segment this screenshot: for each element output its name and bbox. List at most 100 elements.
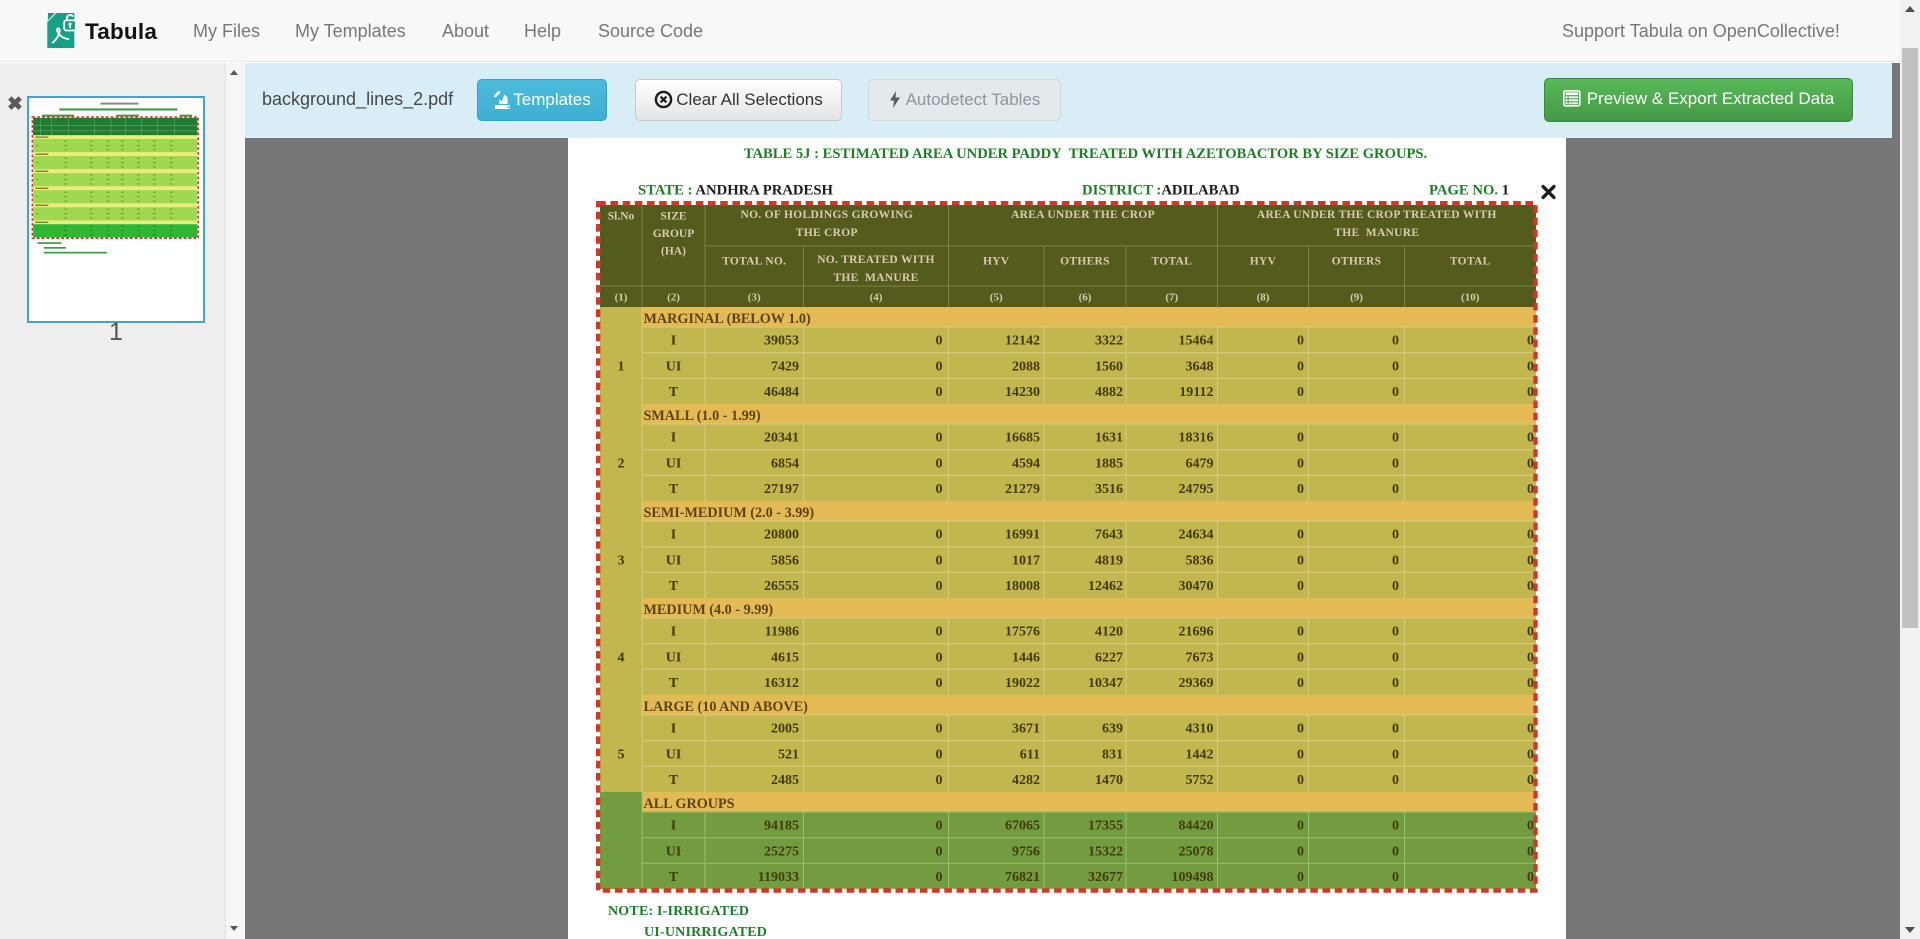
svg-text:THE CROP: THE CROP: [796, 227, 858, 239]
svg-text:46484: 46484: [764, 385, 799, 400]
svg-text:9756: 9756: [1012, 844, 1040, 859]
svg-text:0: 0: [936, 528, 943, 543]
svg-text:LARGE (10 AND ABOVE): LARGE (10 AND ABOVE): [644, 699, 809, 715]
svg-text:(2): (2): [667, 292, 680, 304]
svg-text:0: 0: [1297, 747, 1304, 762]
svg-text:7643: 7643: [1095, 528, 1123, 543]
svg-text:24634: 24634: [1179, 528, 1214, 543]
svg-text:UI: UI: [666, 650, 682, 665]
svg-text:DISTRICT :ADILABAD: DISTRICT :ADILABAD: [1082, 183, 1240, 199]
svg-text:0: 0: [1392, 676, 1399, 691]
svg-text:HYV: HYV: [1250, 256, 1277, 268]
svg-text:0: 0: [936, 334, 943, 349]
svg-text:0: 0: [1392, 482, 1399, 497]
svg-text:25275: 25275: [764, 844, 799, 859]
svg-text:Sl.No: Sl.No: [608, 211, 635, 223]
svg-text:MEDIUM (4.0 - 9.99): MEDIUM (4.0 - 9.99): [644, 602, 774, 618]
svg-text:11986: 11986: [765, 625, 799, 640]
svg-text:T: T: [669, 870, 679, 885]
svg-text:6854: 6854: [771, 456, 799, 471]
svg-text:SEMI-MEDIUM (2.0 - 3.99): SEMI-MEDIUM (2.0 - 3.99): [644, 505, 815, 521]
svg-text:SIZE: SIZE: [660, 211, 687, 223]
svg-text:UI: UI: [666, 844, 682, 859]
svg-text:TOTAL NO.: TOTAL NO.: [722, 256, 786, 268]
svg-text:0: 0: [1392, 334, 1399, 349]
svg-text:4594: 4594: [1012, 456, 1040, 471]
svg-text:0: 0: [1527, 747, 1534, 762]
svg-text:0: 0: [1297, 385, 1304, 400]
svg-text:NO. OF HOLDINGS GROWING: NO. OF HOLDINGS GROWING: [740, 209, 913, 221]
svg-text:0: 0: [1392, 819, 1399, 834]
svg-text:20800: 20800: [764, 528, 799, 543]
svg-text:24795: 24795: [1179, 482, 1214, 497]
svg-text:T: T: [669, 385, 679, 400]
svg-text:TOTAL: TOTAL: [1450, 256, 1491, 268]
svg-text:6479: 6479: [1186, 456, 1214, 471]
svg-text:27197: 27197: [764, 482, 799, 497]
svg-text:7673: 7673: [1186, 650, 1214, 665]
svg-text:21696: 21696: [1179, 625, 1214, 640]
svg-text:1017: 1017: [1012, 553, 1040, 568]
svg-text:2485: 2485: [771, 773, 799, 788]
svg-text:39053: 39053: [764, 334, 799, 349]
svg-text:0: 0: [1527, 385, 1534, 400]
svg-text:831: 831: [1102, 747, 1123, 762]
svg-text:0: 0: [1392, 579, 1399, 594]
svg-text:4615: 4615: [771, 650, 799, 665]
svg-text:1442: 1442: [1186, 747, 1214, 762]
svg-text:HYV: HYV: [983, 256, 1010, 268]
svg-text:I: I: [671, 722, 676, 737]
svg-text:I: I: [671, 625, 676, 640]
svg-text:16685: 16685: [1005, 431, 1040, 446]
svg-text:0: 0: [1392, 625, 1399, 640]
svg-text:5856: 5856: [771, 553, 799, 568]
svg-text:(3): (3): [748, 292, 761, 304]
svg-text:3671: 3671: [1012, 722, 1040, 737]
svg-text:0: 0: [1527, 722, 1534, 737]
svg-text:SMALL (1.0 - 1.99): SMALL (1.0 - 1.99): [644, 408, 761, 424]
svg-text:21279: 21279: [1005, 482, 1040, 497]
svg-text:0: 0: [1527, 625, 1534, 640]
svg-text:0: 0: [1392, 553, 1399, 568]
svg-text:OTHERS: OTHERS: [1332, 256, 1382, 268]
svg-text:(7): (7): [1165, 292, 1178, 304]
svg-text:0: 0: [936, 870, 943, 885]
svg-text:TABLE 5J : ESTIMATED AREA UNDE: TABLE 5J : ESTIMATED AREA UNDER PADDY TR…: [744, 146, 1427, 162]
svg-text:T: T: [669, 676, 679, 691]
svg-text:0: 0: [1297, 722, 1304, 737]
svg-text:3516: 3516: [1095, 482, 1123, 497]
svg-text:THE MANURE: THE MANURE: [1334, 227, 1419, 239]
svg-text:3648: 3648: [1186, 359, 1214, 374]
svg-text:7429: 7429: [771, 359, 799, 374]
svg-text:0: 0: [1297, 844, 1304, 859]
svg-text:0: 0: [1392, 773, 1399, 788]
svg-text:GROUP: GROUP: [653, 228, 695, 240]
svg-text:(5): (5): [990, 292, 1003, 304]
svg-text:0: 0: [1297, 819, 1304, 834]
svg-text:12142: 12142: [1005, 334, 1040, 349]
svg-text:0: 0: [1527, 431, 1534, 446]
svg-text:(8): (8): [1257, 292, 1270, 304]
svg-text:UI: UI: [666, 359, 682, 374]
svg-text:0: 0: [936, 553, 943, 568]
svg-text:T: T: [669, 773, 679, 788]
svg-text:109498: 109498: [1172, 870, 1214, 885]
svg-text:19022: 19022: [1005, 676, 1040, 691]
svg-text:I: I: [671, 528, 676, 543]
svg-text:(HA): (HA): [661, 246, 686, 258]
svg-text:3: 3: [618, 553, 625, 568]
svg-text:4310: 4310: [1186, 722, 1214, 737]
svg-text:521: 521: [778, 747, 799, 762]
svg-text:0: 0: [1392, 747, 1399, 762]
svg-text:4120: 4120: [1095, 625, 1123, 640]
svg-text:UI: UI: [666, 747, 682, 762]
svg-text:6227: 6227: [1095, 650, 1123, 665]
svg-text:4: 4: [618, 650, 625, 665]
svg-text:94185: 94185: [764, 819, 799, 834]
svg-text:5: 5: [618, 747, 625, 762]
svg-text:0: 0: [1527, 456, 1534, 471]
svg-text:0: 0: [1527, 528, 1534, 543]
svg-text:0: 0: [936, 819, 943, 834]
svg-text:0: 0: [1527, 773, 1534, 788]
svg-text:(10): (10): [1461, 292, 1480, 304]
